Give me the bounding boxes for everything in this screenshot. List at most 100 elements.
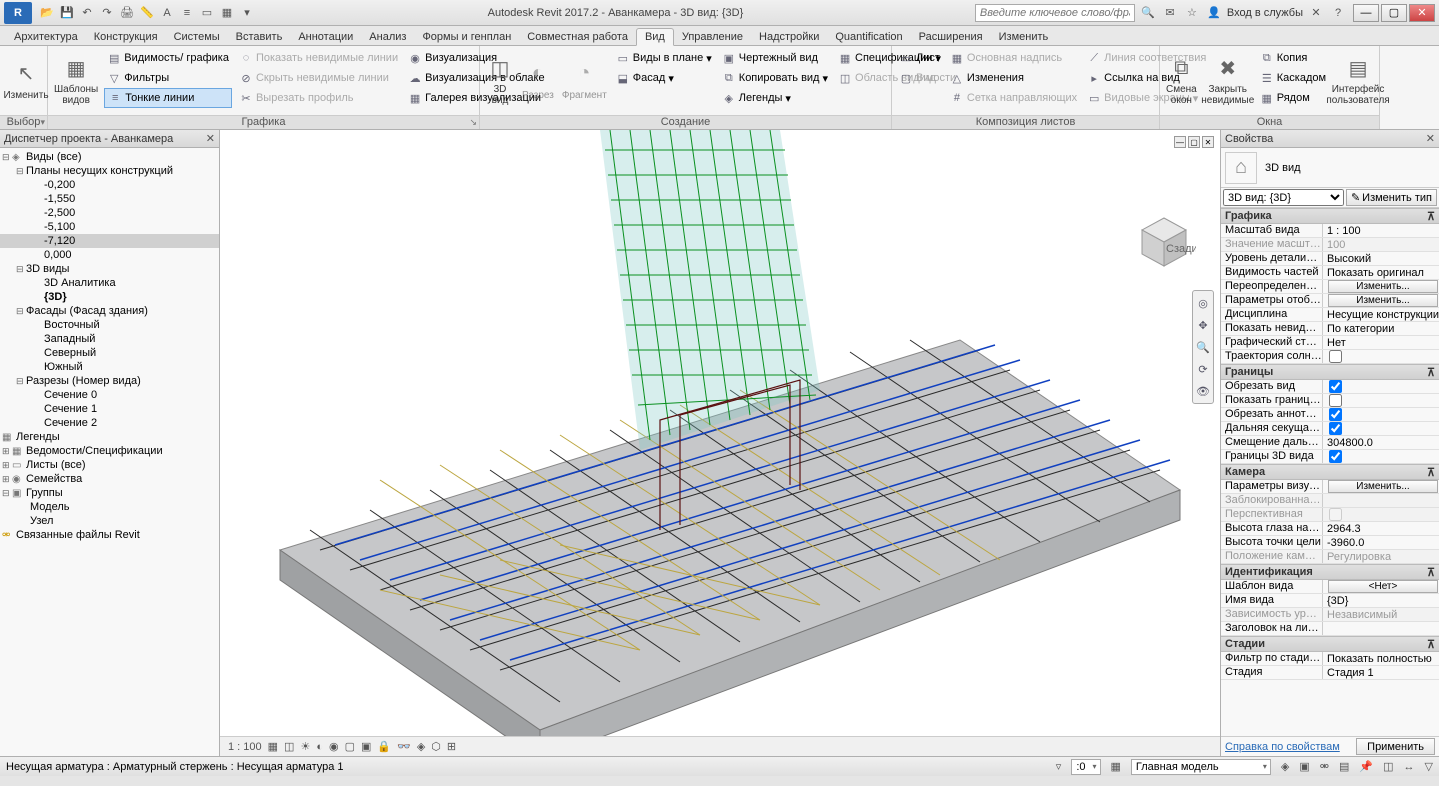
secbox-check[interactable] bbox=[1329, 450, 1342, 463]
place-view-button[interactable]: ▢Вид bbox=[896, 68, 943, 88]
properties-help-link[interactable]: Справка по свойствам bbox=[1225, 741, 1340, 753]
tree-detail-groups[interactable]: Узел bbox=[0, 514, 219, 528]
thin-lines-icon[interactable]: ≡ bbox=[178, 4, 196, 22]
tile-button[interactable]: ▦Рядом bbox=[1257, 88, 1329, 108]
zoom-icon[interactable]: 🔍 bbox=[1195, 339, 1211, 355]
redo-icon[interactable]: ↷ bbox=[98, 4, 116, 22]
orbit-icon[interactable]: ⟳ bbox=[1195, 361, 1211, 377]
switch-windows-icon[interactable]: ▦ bbox=[218, 4, 236, 22]
close-hidden-button[interactable]: ✖ Закрыть невидимые bbox=[1203, 48, 1253, 112]
filters-button[interactable]: ▽Фильтры bbox=[104, 68, 232, 88]
close-icon[interactable]: ✕ bbox=[206, 132, 215, 145]
look-icon[interactable]: 👁 bbox=[1195, 383, 1211, 399]
title-block-button[interactable]: ▦Основная надпись bbox=[947, 48, 1080, 68]
tree-sections[interactable]: ⊟Разрезы (Номер вида) bbox=[0, 374, 219, 388]
tree-elevations[interactable]: ⊟Фасады (Фасад здания) bbox=[0, 304, 219, 318]
tree-section[interactable]: Сечение 1 bbox=[0, 402, 219, 416]
worksets-icon[interactable]: ▦ bbox=[1111, 760, 1121, 773]
callout-button[interactable]: ◔ Фрагмент bbox=[560, 48, 609, 112]
filter-icon[interactable]: ▿ bbox=[1056, 760, 1062, 773]
edit-type-button[interactable]: ✎Изменить тип bbox=[1346, 189, 1437, 206]
close-button[interactable]: ✕ bbox=[1409, 4, 1435, 22]
tree-structural-plans[interactable]: ⊟Планы несущих конструкций bbox=[0, 164, 219, 178]
3d-view-button[interactable]: ◫ 3D вид bbox=[484, 48, 516, 112]
drag-icon[interactable]: ↔ bbox=[1404, 761, 1415, 773]
help-icon[interactable]: ? bbox=[1329, 4, 1347, 22]
pan-icon[interactable]: ✥ bbox=[1195, 317, 1211, 333]
elevation-button[interactable]: ⬓Фасад ▾ bbox=[613, 68, 715, 88]
close-icon[interactable]: ✕ bbox=[1426, 132, 1435, 145]
constraints-icon[interactable]: ⊞ bbox=[447, 740, 456, 753]
workset-selector[interactable]: Главная модель bbox=[1131, 759, 1271, 775]
tab-systems[interactable]: Системы bbox=[166, 29, 228, 45]
section-button[interactable]: ◐ Разрез bbox=[520, 48, 556, 112]
tree-3d-view[interactable]: {3D} bbox=[0, 290, 219, 304]
exchange-icon[interactable]: ✕ bbox=[1307, 4, 1325, 22]
crop-icon[interactable]: ▢ bbox=[345, 740, 355, 753]
view-scale[interactable]: 1 : 100 bbox=[228, 741, 262, 753]
panel-expand-icon[interactable]: ▾ bbox=[40, 117, 45, 128]
tab-insert[interactable]: Вставить bbox=[228, 29, 291, 45]
tab-addins[interactable]: Надстройки bbox=[751, 29, 827, 45]
crop-check[interactable] bbox=[1329, 380, 1342, 393]
tree-groups[interactable]: ⊟▣Группы bbox=[0, 486, 219, 500]
replicate-button[interactable]: ⧉Копия bbox=[1257, 48, 1329, 68]
design-options-icon[interactable]: ◈ bbox=[1281, 760, 1289, 773]
detail-level-icon[interactable]: ▦ bbox=[268, 740, 278, 753]
user-interface-button[interactable]: ▤ Интерфейс пользователя bbox=[1333, 48, 1383, 112]
tree-east[interactable]: Восточный bbox=[0, 318, 219, 332]
duplicate-view-button[interactable]: ⧉Копировать вид ▾ bbox=[719, 68, 831, 88]
temp-hide-icon[interactable]: 👓 bbox=[397, 740, 411, 753]
shadows-icon[interactable]: ◐ bbox=[316, 741, 323, 753]
vg-edit-button[interactable]: Изменить... bbox=[1328, 280, 1438, 293]
close-views-icon[interactable]: ▭ bbox=[198, 4, 216, 22]
login-label[interactable]: Вход в службы bbox=[1227, 7, 1303, 19]
ann-crop-check[interactable] bbox=[1329, 408, 1342, 421]
tab-manage[interactable]: Управление bbox=[674, 29, 751, 45]
tree-level[interactable]: -0,200 bbox=[0, 178, 219, 192]
search-icon[interactable]: 🔍 bbox=[1139, 4, 1157, 22]
select-pinned-icon[interactable]: 📌 bbox=[1359, 760, 1373, 773]
tab-modify[interactable]: Изменить bbox=[991, 29, 1057, 45]
sun-check[interactable] bbox=[1329, 350, 1342, 363]
legends-button[interactable]: ◈Легенды ▾ bbox=[719, 88, 831, 108]
tree-section[interactable]: Сечение 0 bbox=[0, 388, 219, 402]
render-dialog-icon[interactable]: ◉ bbox=[329, 740, 339, 753]
tree-legends[interactable]: ▦Легенды bbox=[0, 430, 219, 444]
filter-selection-icon[interactable]: ▽ bbox=[1425, 760, 1433, 773]
properties-grid[interactable]: Графика⊼ Масштаб вида1 : 100 Значение ма… bbox=[1221, 208, 1439, 736]
modify-button[interactable]: ↖ Изменить bbox=[4, 48, 48, 112]
show-hidden-button[interactable]: ◌Показать невидимые линии bbox=[236, 48, 401, 68]
tree-level[interactable]: -7,120 bbox=[0, 234, 219, 248]
tree-north[interactable]: Северный bbox=[0, 346, 219, 360]
tab-collaborate[interactable]: Совместная работа bbox=[519, 29, 636, 45]
tree-level[interactable]: -5,100 bbox=[0, 220, 219, 234]
panel-expand-icon[interactable]: ↘ bbox=[469, 117, 477, 128]
tree-south[interactable]: Южный bbox=[0, 360, 219, 374]
steering-wheel-icon[interactable]: ◎ bbox=[1195, 295, 1211, 311]
selection-count[interactable]: :0 bbox=[1071, 759, 1100, 775]
element-selector[interactable]: 3D вид: {3D} bbox=[1223, 189, 1344, 206]
view-templates-button[interactable]: ▦ Шаблоны видов bbox=[52, 48, 100, 112]
tree-west[interactable]: Западный bbox=[0, 332, 219, 346]
thin-lines-button[interactable]: ≡Тонкие линии bbox=[104, 88, 232, 108]
tab-annotate[interactable]: Аннотации bbox=[290, 29, 361, 45]
tab-extensions[interactable]: Расширения bbox=[911, 29, 991, 45]
app-menu-button[interactable]: R bbox=[4, 2, 32, 24]
select-face-icon[interactable]: ◫ bbox=[1383, 760, 1393, 773]
tree-level[interactable]: -2,500 bbox=[0, 206, 219, 220]
help-search-input[interactable] bbox=[975, 4, 1135, 22]
text-icon[interactable]: A bbox=[158, 4, 176, 22]
tree-views[interactable]: ⊟◈Виды (все) bbox=[0, 150, 219, 164]
tab-quantification[interactable]: Quantification bbox=[827, 29, 910, 45]
select-links-icon[interactable]: ⚮ bbox=[1320, 760, 1329, 773]
tree-sheets[interactable]: ⊞▭Листы (все) bbox=[0, 458, 219, 472]
tree-schedules[interactable]: ⊞▦Ведомости/Спецификации bbox=[0, 444, 219, 458]
hide-hidden-button[interactable]: ⊘Скрыть невидимые линии bbox=[236, 68, 401, 88]
save-icon[interactable]: 💾 bbox=[58, 4, 76, 22]
disp-edit-button[interactable]: Изменить... bbox=[1328, 294, 1438, 307]
user-icon[interactable]: 👤 bbox=[1205, 4, 1223, 22]
tree-level[interactable]: 0,000 bbox=[0, 248, 219, 262]
tab-view[interactable]: Вид bbox=[636, 28, 674, 46]
visibility-graphics-button[interactable]: ▤Видимость/ графика bbox=[104, 48, 232, 68]
